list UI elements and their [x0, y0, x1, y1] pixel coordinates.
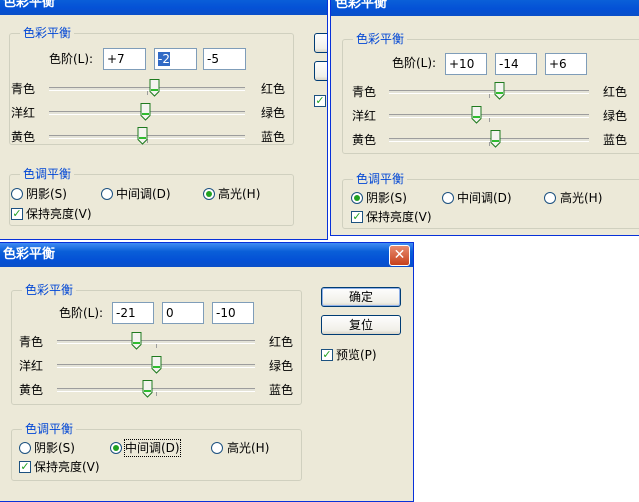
color-balance-dialog-1: 色彩平衡 色彩平衡 色阶(L): +7 -2 -5 青色 红色 洋红 绿色 黄色…: [0, 0, 328, 240]
ok-button[interactable]: 确定: [321, 287, 401, 307]
reset-button[interactable]: 复位: [321, 315, 401, 335]
preserve-luminosity-label[interactable]: 保持亮度(V): [26, 206, 92, 222]
group-label: 色调平衡: [353, 172, 408, 186]
preserve-luminosity-label[interactable]: 保持亮度(V): [34, 459, 100, 475]
levels-label: 色阶(L):: [59, 306, 104, 320]
highlights-label[interactable]: 高光(H): [227, 440, 269, 456]
shadows-radio[interactable]: [19, 442, 31, 454]
level-3-input[interactable]: -5: [203, 48, 246, 70]
preview-checkbox[interactable]: ✓: [321, 349, 333, 361]
preserve-luminosity-label[interactable]: 保持亮度(V): [366, 209, 432, 225]
shadows-label[interactable]: 阴影(S): [34, 440, 75, 456]
highlights-label[interactable]: 高光(H): [560, 190, 602, 206]
midtones-label[interactable]: 中间调(D): [124, 439, 181, 457]
close-icon[interactable]: ✕: [389, 245, 410, 266]
slider-2-thumb[interactable]: [140, 103, 151, 121]
slider-2-left-label: 洋红: [19, 359, 44, 373]
slider-2-right-label: 绿色: [603, 109, 628, 123]
slider-1-left-label: 青色: [352, 85, 377, 99]
slider-3-thumb[interactable]: [490, 130, 501, 148]
level-3-input[interactable]: +6: [545, 53, 587, 75]
highlights-radio[interactable]: [544, 192, 556, 204]
level-2-input[interactable]: -14: [495, 53, 537, 75]
slider-2-thumb[interactable]: [471, 106, 482, 124]
group-label: 色彩平衡: [353, 32, 408, 46]
group-label: 色彩平衡: [20, 26, 75, 40]
level-2-input[interactable]: -2: [154, 48, 197, 70]
preview-checkbox-partial[interactable]: ✓: [314, 95, 326, 107]
level-2-input[interactable]: 0: [162, 302, 204, 324]
ok-button-partial[interactable]: [314, 33, 327, 53]
midtones-radio[interactable]: [110, 442, 122, 454]
preserve-luminosity-checkbox[interactable]: ✓: [351, 211, 363, 223]
slider-2-center-tick: [489, 118, 490, 122]
levels-label: 色阶(L):: [392, 56, 437, 70]
slider-3-left-label: 黄色: [352, 133, 377, 147]
slider-3-thumb[interactable]: [142, 380, 153, 398]
level-1-input[interactable]: +10: [445, 53, 487, 75]
slider-3-thumb[interactable]: [137, 127, 148, 145]
slider-1-right-label: 红色: [603, 85, 628, 99]
color-balance-dialog-2: 色彩平衡 色彩平衡 色阶(L): +10 -14 +6 青色 红色 洋红 绿色 …: [330, 0, 639, 236]
level-3-input[interactable]: -10: [212, 302, 254, 324]
slider-3-left-label: 黄色: [19, 383, 44, 397]
slider-2-left-label: 洋红: [352, 109, 377, 123]
slider-1-right-label: 红色: [269, 335, 294, 349]
levels-label: 色阶(L):: [49, 52, 94, 66]
slider-3-center-tick: [156, 392, 157, 396]
midtones-label[interactable]: 中间调(D): [116, 186, 171, 202]
preserve-luminosity-checkbox[interactable]: ✓: [11, 208, 23, 220]
shadows-radio[interactable]: [351, 192, 363, 204]
dialog-title: 色彩平衡: [331, 0, 639, 16]
dialog-title: 色彩平衡: [0, 243, 413, 267]
slider-1-thumb[interactable]: [149, 79, 160, 97]
midtones-label[interactable]: 中间调(D): [457, 190, 512, 206]
slider-3-right-label: 蓝色: [603, 133, 628, 147]
slider-1-right-label: 红色: [261, 82, 286, 96]
color-balance-dialog-3: 色彩平衡 ✕ 色彩平衡 色阶(L): -21 0 -10 青色 红色 洋红 绿色…: [0, 242, 414, 502]
midtones-radio[interactable]: [442, 192, 454, 204]
slider-2-right-label: 绿色: [269, 359, 294, 373]
group-label: 色调平衡: [22, 422, 77, 436]
highlights-label[interactable]: 高光(H): [218, 186, 260, 202]
shadows-radio[interactable]: [11, 188, 23, 200]
group-label: 色彩平衡: [22, 283, 77, 297]
slider-3-right-label: 蓝色: [261, 130, 286, 144]
slider-2-right-label: 绿色: [261, 106, 286, 120]
slider-1-center-tick: [156, 344, 157, 348]
highlights-radio[interactable]: [211, 442, 223, 454]
slider-1-left-label: 青色: [11, 82, 36, 96]
slider-1-left-label: 青色: [19, 335, 44, 349]
highlights-radio[interactable]: [203, 188, 215, 200]
reset-button-partial[interactable]: [314, 61, 327, 81]
slider-1-thumb[interactable]: [494, 82, 505, 100]
slider-2-left-label: 洋红: [11, 106, 36, 120]
slider-3-left-label: 黄色: [11, 130, 36, 144]
slider-1-center-tick: [489, 94, 490, 98]
slider-1-thumb[interactable]: [131, 332, 142, 350]
level-1-input[interactable]: -21: [112, 302, 154, 324]
shadows-label[interactable]: 阴影(S): [366, 190, 407, 206]
midtones-radio[interactable]: [101, 188, 113, 200]
shadows-label[interactable]: 阴影(S): [26, 186, 67, 202]
level-1-input[interactable]: +7: [103, 48, 146, 70]
preview-label[interactable]: 预览(P): [336, 347, 377, 363]
dialog-title: 色彩平衡: [0, 0, 327, 15]
group-label: 色调平衡: [20, 167, 75, 181]
preserve-luminosity-checkbox[interactable]: ✓: [19, 461, 31, 473]
slider-2-thumb[interactable]: [151, 356, 162, 374]
slider-3-right-label: 蓝色: [269, 383, 294, 397]
